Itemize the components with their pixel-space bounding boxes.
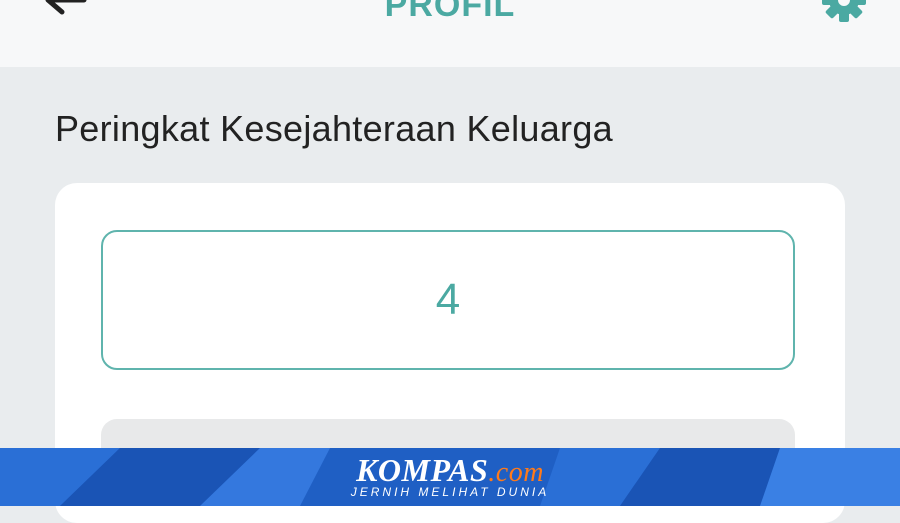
kompas-logo: KOMPAS.com [356,452,544,488]
app-bar: PROFIL [0,0,900,67]
page-title: PROFIL [384,0,516,24]
section-heading: Peringkat Kesejahteraan Keluarga [55,108,613,149]
gear-icon[interactable] [818,0,870,28]
rank-value-box: 4 [101,230,795,370]
kompas-tagline: JERNIH MELIHAT DUNIA [350,485,550,499]
rank-value: 4 [435,275,461,324]
kompas-watermark: KOMPAS.com JERNIH MELIHAT DUNIA [0,448,900,506]
